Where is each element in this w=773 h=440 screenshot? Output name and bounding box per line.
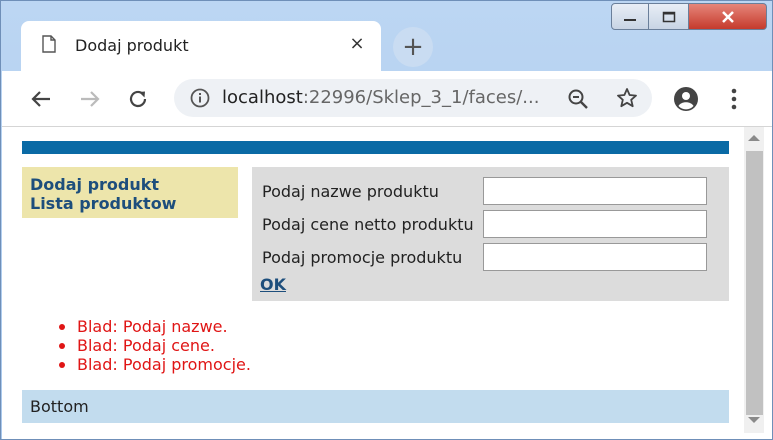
footer: Bottom	[22, 390, 729, 423]
scroll-up-arrow-icon[interactable]	[748, 135, 760, 141]
error-message: Blad: Podaj nazwe.	[54, 317, 251, 336]
minimize-button[interactable]	[611, 3, 649, 30]
vertical-scrollbar[interactable]	[744, 127, 764, 433]
error-message: Blad: Podaj promocje.	[54, 355, 251, 374]
account-button[interactable]	[670, 83, 702, 115]
account-icon	[674, 87, 698, 111]
header-bar	[22, 141, 729, 154]
promo-input[interactable]	[483, 243, 707, 271]
close-icon: ×	[349, 32, 365, 54]
page-viewport: Dodaj produkt Lista produktow Podaj nazw…	[2, 127, 772, 439]
error-message: Blad: Podaj cene.	[54, 336, 251, 355]
url-text: localhost:22996/Sklep_3_1/faces/...	[222, 87, 539, 108]
address-bar[interactable]: localhost:22996/Sklep_3_1/faces/...	[174, 79, 652, 117]
back-arrow-icon	[31, 91, 50, 107]
scrollbar-thumb[interactable]	[746, 151, 763, 415]
price-input[interactable]	[483, 210, 707, 238]
new-tab-button[interactable]: +	[393, 27, 433, 67]
forward-arrow-icon	[81, 91, 100, 107]
menu-link-product-list[interactable]: Lista produktow	[30, 194, 238, 213]
window-close-button[interactable]	[689, 3, 767, 30]
tab-title: Dodaj produkt	[75, 36, 189, 55]
url-host: localhost	[222, 87, 303, 108]
scroll-down-arrow-icon[interactable]	[748, 417, 760, 423]
side-menu: Dodaj produkt Lista produktow	[22, 167, 238, 218]
ok-button[interactable]: OK	[260, 275, 286, 294]
back-button[interactable]	[25, 83, 57, 115]
info-icon	[190, 88, 210, 108]
minimize-icon	[624, 18, 636, 21]
maximize-button[interactable]	[649, 3, 689, 30]
maximize-icon	[662, 11, 675, 22]
more-menu-icon	[731, 88, 737, 110]
name-label: Podaj nazwe produktu	[262, 182, 439, 201]
browser-tab[interactable]: Dodaj produkt ×	[21, 21, 381, 71]
browser-window: Dodaj produkt × + localhost:22996/Sklep_…	[0, 0, 773, 440]
zoom-out-icon[interactable]	[567, 88, 589, 110]
price-label: Podaj cene netto produktu	[262, 215, 474, 234]
product-form: Podaj nazwe produktu Podaj cene netto pr…	[252, 167, 729, 301]
more-menu-button[interactable]	[718, 83, 750, 115]
error-list: Blad: Podaj nazwe. Blad: Podaj cene. Bla…	[54, 317, 251, 374]
reload-button[interactable]	[122, 83, 154, 115]
promo-label: Podaj promocje produktu	[262, 248, 463, 267]
plus-icon: +	[402, 32, 424, 62]
star-icon[interactable]	[616, 87, 638, 109]
reload-icon	[129, 90, 147, 108]
document-icon	[42, 35, 56, 53]
window-close-icon	[721, 10, 734, 23]
name-input[interactable]	[483, 177, 707, 205]
menu-link-add-product[interactable]: Dodaj produkt	[30, 175, 238, 194]
forward-button[interactable]	[74, 83, 106, 115]
tab-close-button[interactable]: ×	[345, 31, 369, 55]
footer-text: Bottom	[30, 397, 89, 416]
url-path: :22996/Sklep_3_1/faces/...	[302, 87, 540, 108]
browser-toolbar: localhost:22996/Sklep_3_1/faces/...	[2, 71, 772, 126]
